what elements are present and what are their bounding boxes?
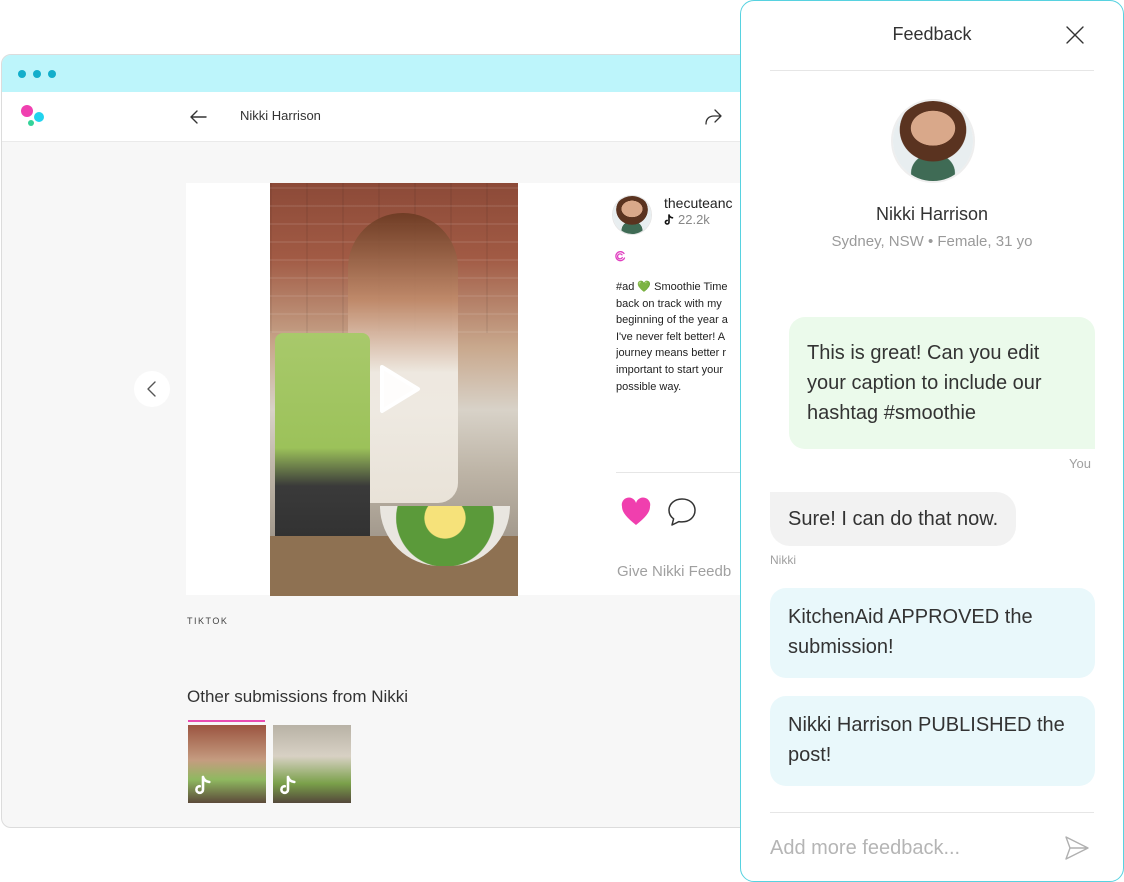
message-nikki: Sure! I can do that now. <box>770 492 1017 546</box>
heart-icon[interactable] <box>620 497 652 527</box>
browser-titlebar <box>2 55 770 92</box>
profile-name: Nikki Harrison <box>875 204 989 224</box>
browser-window: Nikki Harrison thecuteanc 22.2k #ad 💚 Sm… <box>1 54 771 828</box>
previous-button[interactable] <box>134 371 170 407</box>
page-title: Nikki Harrison <box>240 108 321 123</box>
window-dot-icon[interactable] <box>48 70 56 78</box>
give-feedback-link[interactable]: Give Nikki Feedb <box>617 563 731 580</box>
play-icon[interactable] <box>374 361 424 417</box>
feedback-input[interactable] <box>770 833 1050 863</box>
profile-meta: Sydney, NSW • Female, 31 yo <box>831 233 1033 250</box>
app-header: Nikki Harrison <box>2 92 770 142</box>
comment-icon[interactable] <box>666 496 698 528</box>
feedback-panel: Feedback Nikki Harrison Sydney, NSW • Fe… <box>740 0 1124 882</box>
message-author-you: You <box>1069 456 1091 471</box>
send-icon[interactable] <box>1063 834 1091 862</box>
status-message-approved: KitchenAid APPROVED the submission! <box>770 588 1095 678</box>
share-icon[interactable] <box>701 105 725 129</box>
tiktok-icon <box>664 213 674 225</box>
divider <box>770 70 1094 71</box>
back-arrow-icon[interactable] <box>186 105 210 129</box>
platform-label: TIKTOK <box>187 616 229 626</box>
window-dot-icon[interactable] <box>33 70 41 78</box>
creator-avatar[interactable] <box>612 195 652 235</box>
post-card: thecuteanc 22.2k #ad 💚 Smoothie Time bac… <box>186 183 770 596</box>
message-you: This is great! Can you edit your caption… <box>789 317 1095 449</box>
submission-thumbnail[interactable] <box>188 725 266 803</box>
close-icon[interactable] <box>1063 23 1087 47</box>
tiktok-icon <box>280 775 296 795</box>
creator-followers: 22.2k <box>664 212 710 227</box>
tiktok-icon <box>195 775 211 795</box>
other-submissions-title: Other submissions from Nikki <box>187 687 409 706</box>
status-message-published: Nikki Harrison PUBLISHED the post! <box>770 696 1095 786</box>
message-author-nikki: Nikki <box>770 553 796 567</box>
profile-avatar[interactable] <box>891 99 975 183</box>
divider <box>770 812 1094 813</box>
chevron-left-icon <box>147 381 156 397</box>
selected-thumb-indicator <box>188 720 265 722</box>
window-dot-icon[interactable] <box>18 70 26 78</box>
swirl-icon <box>615 251 626 262</box>
creator-handle[interactable]: thecuteanc <box>664 195 733 211</box>
video-player[interactable] <box>270 183 518 596</box>
app-logo[interactable] <box>21 105 47 129</box>
followers-count: 22.2k <box>678 212 710 227</box>
submission-thumbnail[interactable] <box>273 725 351 803</box>
